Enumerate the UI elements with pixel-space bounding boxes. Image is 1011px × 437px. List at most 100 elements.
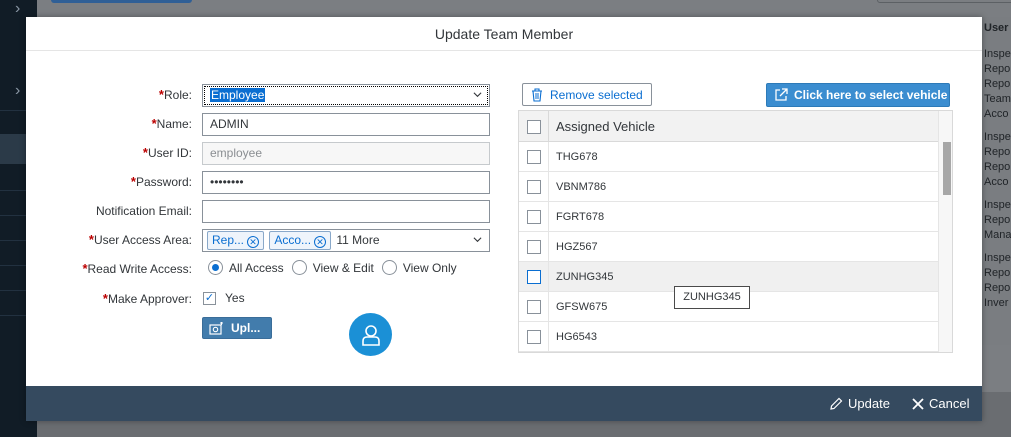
chevron-down-icon[interactable] — [473, 235, 482, 244]
row-checkbox[interactable] — [527, 210, 541, 224]
cell-text: Inspe — [984, 48, 1011, 60]
password-input[interactable]: •••••••• — [202, 171, 490, 194]
select-vehicle-button[interactable]: Click here to select vehicle — [766, 83, 950, 107]
external-link-icon — [775, 88, 788, 101]
row-checkbox[interactable] — [527, 180, 541, 194]
row-checkbox[interactable] — [527, 150, 541, 164]
select-vehicle-label: Click here to select vehicle — [794, 88, 948, 102]
vehicle-cell: VBNM786 — [556, 181, 607, 193]
notification-email-label: Notification Email: — [95, 204, 192, 218]
vehicle-cell: THG678 — [556, 151, 598, 163]
row-checkbox[interactable] — [527, 270, 541, 284]
table-row[interactable]: HG6543 — [519, 322, 938, 352]
update-label: Update — [848, 396, 890, 411]
cell-text: Acco — [984, 176, 1009, 188]
dialog-title: Update Team Member — [26, 17, 982, 51]
cell-text: Repo — [984, 161, 1011, 173]
assigned-vehicle-table: Assigned Vehicle THG678 VBNM786 FGRT678 … — [518, 110, 953, 353]
dialog-footer: Update Cancel — [26, 386, 982, 421]
radio-all-access[interactable] — [208, 260, 223, 275]
vehicle-cell: HG6543 — [556, 331, 597, 343]
cell-text: Repo — [984, 267, 1011, 279]
select-all-checkbox[interactable] — [527, 120, 541, 134]
cell-text: Acco — [984, 108, 1009, 120]
chevron-right-icon: › — [15, 82, 21, 99]
table-row[interactable]: VBNM786 — [519, 172, 938, 202]
radio-label[interactable]: View & Edit — [313, 261, 374, 275]
table-row[interactable]: FGRT678 — [519, 202, 938, 232]
radio-label[interactable]: All Access — [229, 261, 284, 275]
table-row[interactable]: HGZ567 — [519, 232, 938, 262]
role-select[interactable]: Employee — [202, 84, 490, 107]
table-header: Assigned Vehicle — [519, 111, 938, 142]
table-row[interactable]: THG678 — [519, 142, 938, 172]
update-team-member-dialog: Update Team Member *Role: Employee *Name… — [26, 17, 982, 421]
read-write-access-label: *Read Write Access: — [82, 261, 192, 276]
vehicle-cell: GFSW675 — [556, 301, 608, 313]
make-approver-label: *Make Approver: — [102, 291, 192, 306]
access-area-token[interactable]: Rep... ✕ — [207, 231, 265, 250]
name-input[interactable]: ADMIN — [202, 113, 490, 136]
background-button — [51, 0, 192, 3]
make-approver-option-label[interactable]: Yes — [225, 291, 245, 305]
background-table-column: User Inspe Repo Repo Team Acco Inspe Rep… — [982, 17, 1011, 345]
row-checkbox[interactable] — [527, 300, 541, 314]
row-checkbox[interactable] — [527, 330, 541, 344]
column-separator — [548, 172, 549, 201]
radio-view-only[interactable] — [381, 260, 397, 275]
make-approver-checkbox-row: ✓ Yes — [203, 291, 245, 305]
make-approver-checkbox[interactable]: ✓ — [203, 291, 216, 305]
remove-selected-button[interactable]: Remove selected — [522, 83, 652, 106]
more-tokens-link[interactable]: 11 More — [336, 233, 379, 247]
role-label: *Role: — [158, 87, 192, 102]
name-label: *Name: — [151, 116, 192, 131]
row-gap — [982, 243, 1011, 251]
user-access-area-multicombo[interactable]: Rep... ✕ Acco... ✕ 11 More — [202, 229, 490, 252]
column-separator — [548, 262, 549, 291]
remove-selected-label: Remove selected — [550, 87, 643, 102]
update-button[interactable]: Update — [829, 395, 890, 413]
column-header-assigned-vehicle: Assigned Vehicle — [556, 119, 656, 134]
radio-label[interactable]: View Only — [403, 261, 457, 275]
close-icon — [912, 398, 924, 410]
cell-text: Repo — [984, 78, 1011, 90]
column-separator — [548, 202, 549, 231]
cancel-button[interactable]: Cancel — [912, 395, 969, 413]
cell-text: Inspe — [984, 131, 1011, 143]
scrollbar-thumb[interactable] — [943, 142, 951, 195]
background-search-box — [877, 0, 1011, 3]
pencil-icon — [830, 397, 843, 410]
avatar — [349, 313, 392, 356]
upload-button-label: Upl... — [231, 321, 261, 335]
chevron-right-icon: › — [15, 0, 21, 17]
token-remove-icon[interactable]: ✕ — [247, 236, 260, 248]
vehicle-cell: HGZ567 — [556, 241, 598, 253]
cell-text: Inver — [984, 297, 1009, 309]
user-access-area-label: *User Access Area: — [88, 232, 192, 247]
table-scrollbar[interactable] — [938, 111, 952, 352]
access-area-token[interactable]: Acco... ✕ — [269, 231, 332, 250]
vehicle-cell: FGRT678 — [556, 211, 605, 223]
user-id-input: employee — [202, 142, 490, 165]
cell-text: Repo — [984, 214, 1011, 226]
radio-view-edit[interactable] — [291, 260, 307, 275]
cell-text: Inspe — [984, 199, 1011, 211]
column-separator — [548, 111, 549, 141]
token-remove-icon[interactable]: ✕ — [314, 236, 327, 248]
cell-text: Mana — [984, 229, 1011, 241]
row-checkbox[interactable] — [527, 240, 541, 254]
column-separator — [548, 232, 549, 261]
notification-email-input[interactable] — [202, 200, 490, 223]
row-gap — [982, 190, 1011, 198]
upload-button[interactable]: Upl... — [202, 317, 272, 339]
trash-icon — [532, 87, 542, 102]
cancel-label: Cancel — [929, 396, 970, 411]
person-icon — [361, 324, 380, 346]
column-separator — [548, 322, 549, 351]
chevron-down-icon — [473, 92, 482, 98]
column-header: User — [984, 22, 1009, 34]
column-separator — [548, 292, 549, 321]
role-value: Employee — [210, 88, 266, 102]
cell-text: Repo — [984, 63, 1011, 75]
column-separator — [548, 142, 549, 171]
